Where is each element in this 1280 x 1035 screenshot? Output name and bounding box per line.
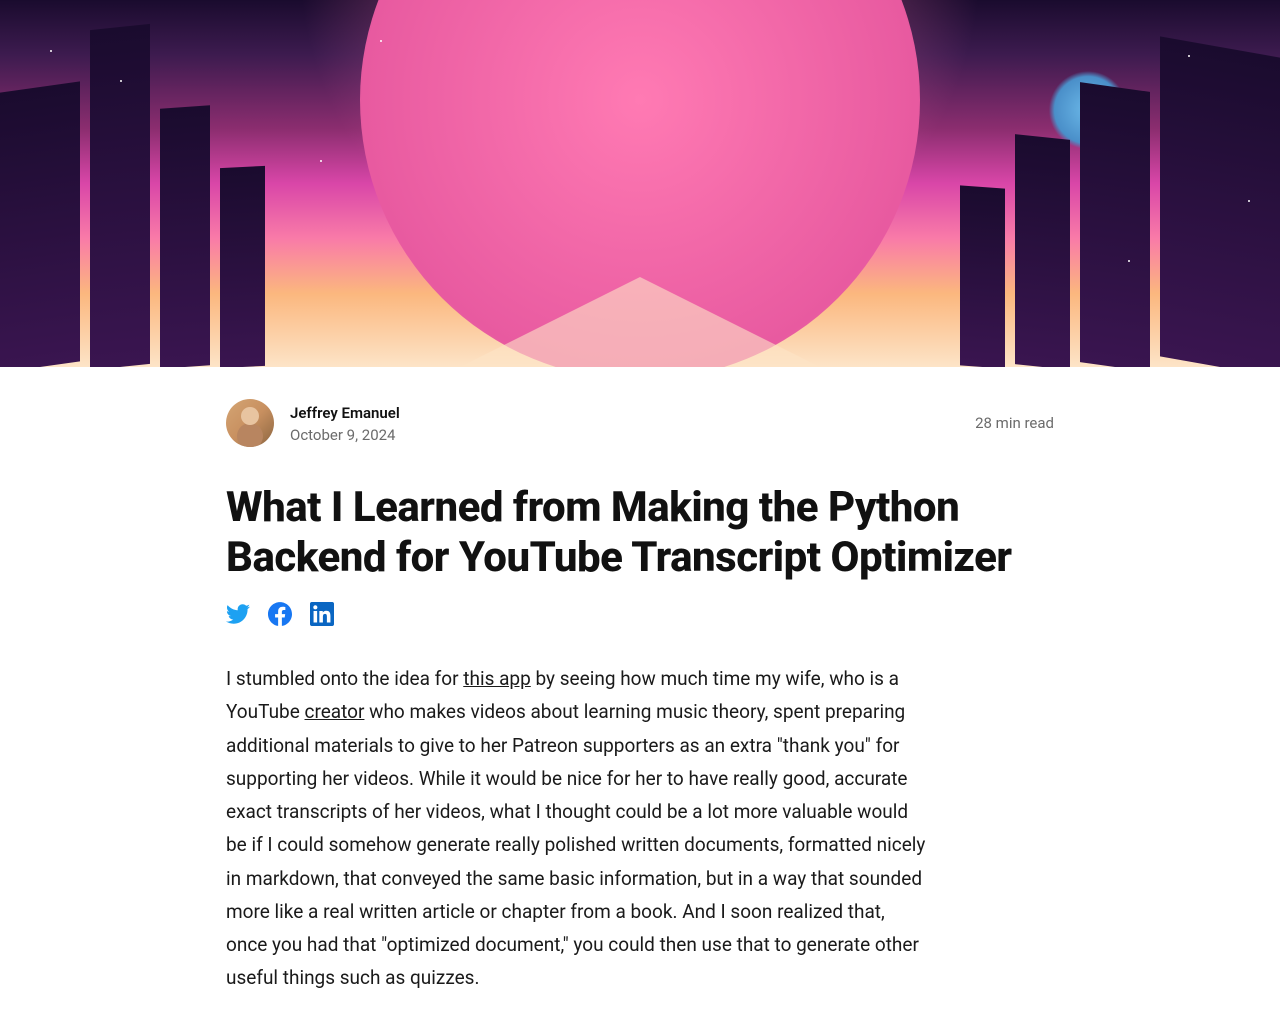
body-text: who makes videos about learning music th… [226, 700, 925, 989]
author-block: Jeffrey Emanuel October 9, 2024 [226, 399, 400, 447]
twitter-icon[interactable] [226, 602, 250, 626]
hero-decor [1128, 260, 1130, 262]
hero-image [0, 0, 1280, 367]
hero-decor [90, 24, 150, 367]
hero-decor [0, 81, 80, 367]
post-date: October 9, 2024 [290, 426, 400, 444]
author-name: Jeffrey Emanuel [290, 403, 400, 424]
meta-row: Jeffrey Emanuel October 9, 2024 28 min r… [226, 399, 1054, 447]
read-time: 28 min read [975, 414, 1054, 432]
hero-decor [1015, 134, 1070, 367]
hero-decor [460, 277, 820, 367]
hero-decor [1080, 82, 1150, 367]
avatar [226, 399, 274, 447]
creator-link[interactable]: creator [305, 700, 365, 723]
linkedin-icon[interactable] [310, 602, 334, 626]
article-content: Jeffrey Emanuel October 9, 2024 28 min r… [226, 367, 1054, 1035]
hero-decor [1160, 36, 1280, 367]
facebook-icon[interactable] [268, 602, 292, 626]
page-title: What I Learned from Making the Python Ba… [226, 483, 1054, 582]
hero-decor [320, 160, 322, 162]
hero-decor [1188, 55, 1190, 57]
hero-decor [220, 166, 265, 367]
this-app-link[interactable]: this app [463, 667, 531, 690]
hero-decor [960, 185, 1005, 367]
body-text: I stumbled onto the idea for [226, 667, 463, 690]
article-paragraph: I stumbled onto the idea for this app by… [226, 662, 926, 995]
hero-decor [1248, 200, 1250, 202]
hero-decor [120, 80, 122, 82]
social-share-row [226, 602, 1054, 626]
hero-decor [160, 105, 210, 367]
author-text: Jeffrey Emanuel October 9, 2024 [290, 403, 400, 444]
hero-decor [380, 40, 382, 42]
hero-decor [50, 50, 52, 52]
